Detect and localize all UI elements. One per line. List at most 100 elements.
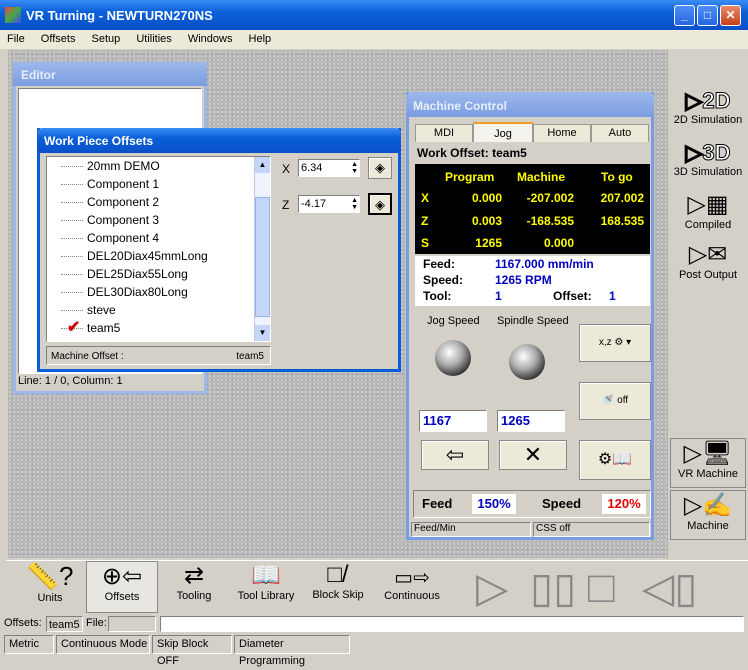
compiled-icon: ▷▦ <box>687 191 729 218</box>
menu-offsets[interactable]: Offsets <box>41 33 76 45</box>
tooling-icon: ⇄ <box>183 562 205 589</box>
feed-label: Feed: <box>423 257 456 271</box>
coolant-off-button[interactable]: 🚿 off <box>579 382 651 420</box>
spindle-speed-label: Spindle Speed <box>497 315 569 327</box>
offset-item-del20[interactable]: DEL20Diax45mmLong <box>47 247 270 265</box>
jog-speed-knob[interactable] <box>435 340 471 376</box>
file-path-field <box>160 616 744 632</box>
menu-bar: File Offsets Setup Utilities Windows Hel… <box>0 30 748 49</box>
offset-item-component-2[interactable]: Component 2 <box>47 193 270 211</box>
scroll-thumb[interactable] <box>255 197 270 317</box>
offsets-icon: ⊕⇦ <box>101 563 143 590</box>
machine-control-window[interactable]: Machine Control MDI Jog Home Auto Work O… <box>406 92 654 540</box>
tool-library-button[interactable]: 📖 Tool Library <box>230 561 302 613</box>
dro-head-togo: To go <box>601 170 633 184</box>
play-button[interactable]: ▷ <box>476 567 524 611</box>
x-spin-icon[interactable]: ▲ ▼ <box>351 161 358 175</box>
dro-x-togo: 207.002 <box>600 191 644 205</box>
offsets-list[interactable]: 20mm DEMO Component 1 Component 2 Compon… <box>46 156 271 342</box>
offsets-scrollbar[interactable]: ▲ ▼ <box>254 157 270 341</box>
spindle-speed-knob[interactable] <box>509 344 545 380</box>
stop-cycle-button[interactable]: □ <box>588 566 638 611</box>
tool-library-icon: 📖 <box>251 562 281 589</box>
continuous-button[interactable]: ▭⇨ Continuous <box>376 561 448 613</box>
feed-value: 1167.000 mm/min <box>495 257 594 271</box>
units-icon: 📏? <box>26 561 74 591</box>
jog-left-button[interactable]: ⇦ <box>421 440 489 470</box>
post-output-icon: ▷✉ <box>688 241 728 268</box>
vr-machine-label: VR Machine <box>678 468 738 480</box>
z-offset-input[interactable]: -4.17 ▲ ▼ <box>298 195 360 213</box>
offsets-bar-label: Offsets: <box>4 617 42 629</box>
minimize-button[interactable]: _ <box>674 5 695 26</box>
offset-item-del30[interactable]: DEL30Diax80Long <box>47 283 270 301</box>
scroll-up-icon[interactable]: ▲ <box>255 157 270 173</box>
machine-offset-value: team5 <box>236 351 264 362</box>
tool-change-button[interactable]: ⚙📖 <box>579 440 651 480</box>
vr-machine-button[interactable]: ▷🖥 VR Machine <box>670 438 746 488</box>
block-skip-button[interactable]: □/ Block Skip <box>302 561 374 613</box>
coordinate-select-button[interactable]: x,z ⚙ ▾ <box>579 324 651 362</box>
close-button[interactable]: ✕ <box>720 5 741 26</box>
machine-offset-label: Machine Offset : <box>51 351 124 362</box>
machine-status-2: CSS off <box>533 522 650 537</box>
tab-auto[interactable]: Auto <box>591 124 649 142</box>
dro-z-togo: 168.535 <box>600 214 644 228</box>
tool-library-label: Tool Library <box>237 590 295 602</box>
tab-home[interactable]: Home <box>533 124 591 142</box>
units-button[interactable]: 📏? Units <box>14 561 86 613</box>
app-title-bar: VR Turning - NEWTURN270NS _ □ ✕ <box>0 0 748 30</box>
offsets-info-bar: Offsets: team5 File: <box>0 615 748 634</box>
offset-item-team5[interactable]: team5 <box>47 319 270 337</box>
pause-button[interactable]: ▯▯ <box>530 567 586 611</box>
offset-item-steve[interactable]: steve <box>47 301 270 319</box>
3d-simulation-button[interactable]: ▷3D 3D Simulation <box>670 140 746 190</box>
file-field <box>108 616 156 632</box>
menu-utilities[interactable]: Utilities <box>136 33 171 45</box>
compiled-button[interactable]: ▷▦ Compiled <box>670 190 746 240</box>
offset-item-component-4[interactable]: Component 4 <box>47 229 270 247</box>
menu-file[interactable]: File <box>7 33 25 45</box>
offset-item-component-1[interactable]: Component 1 <box>47 175 270 193</box>
2d-simulation-button[interactable]: ▷2D 2D Simulation <box>670 88 746 138</box>
tab-mdi[interactable]: MDI <box>415 124 473 142</box>
work-piece-offsets-window[interactable]: Work Piece Offsets 20mm DEMO Component 1… <box>37 128 401 372</box>
tooling-button[interactable]: ⇄ Tooling <box>158 561 230 613</box>
tool-value: 1 <box>495 289 502 303</box>
stop-button[interactable]: ✕ <box>499 440 567 470</box>
offsets-button[interactable]: ⊕⇦ Offsets <box>86 561 158 613</box>
feed-override-value[interactable]: 150% <box>472 494 516 514</box>
dro-x-machine: -207.002 <box>526 191 574 205</box>
z-offset-value: -4.17 <box>301 198 327 210</box>
dro-s-axis: S <box>421 236 430 250</box>
menu-windows[interactable]: Windows <box>188 33 233 45</box>
machine-status-1: Feed/Min <box>411 522 531 537</box>
continuous-label: Continuous <box>384 590 440 602</box>
editor-title: Editor <box>21 68 56 82</box>
jog-speed-input[interactable]: 1167 <box>419 410 487 432</box>
z-set-button[interactable]: ◈ <box>368 193 392 215</box>
speed-override-value[interactable]: 120% <box>602 494 646 514</box>
rewind-button[interactable]: ◁▯ <box>642 567 702 611</box>
machine-button[interactable]: ▷✍ Machine <box>670 490 746 540</box>
maximize-button[interactable]: □ <box>697 5 718 26</box>
offsets-bar-value: team5 <box>46 616 83 632</box>
x-offset-input[interactable]: 6.34 ▲ ▼ <box>298 159 360 177</box>
offset-item-del25[interactable]: DEL25Diax55Long <box>47 265 270 283</box>
offset-item-20mm-demo[interactable]: 20mm DEMO <box>47 157 270 175</box>
z-spin-icon[interactable]: ▲ ▼ <box>351 197 358 211</box>
menu-help[interactable]: Help <box>249 33 272 45</box>
machine-control-title-bar: Machine Control <box>406 92 654 117</box>
menu-setup[interactable]: Setup <box>92 33 121 45</box>
dro-display: Program Machine To go X 0.000 -207.002 2… <box>415 164 650 254</box>
jog-speed-label: Jog Speed <box>427 315 480 327</box>
2d-simulation-icon: ▷2D <box>685 88 731 114</box>
offset-item-component-3[interactable]: Component 3 <box>47 211 270 229</box>
scroll-down-icon[interactable]: ▼ <box>255 325 270 341</box>
status-diameter-programming: Diameter Programming <box>234 635 350 667</box>
x-set-button[interactable]: ◈ <box>368 157 392 179</box>
spindle-speed-input[interactable]: 1265 <box>497 410 565 432</box>
work-offset-label: Work Offset: team5 <box>417 146 527 160</box>
post-output-button[interactable]: ▷✉ Post Output <box>670 240 746 290</box>
tab-jog[interactable]: Jog <box>473 122 533 142</box>
